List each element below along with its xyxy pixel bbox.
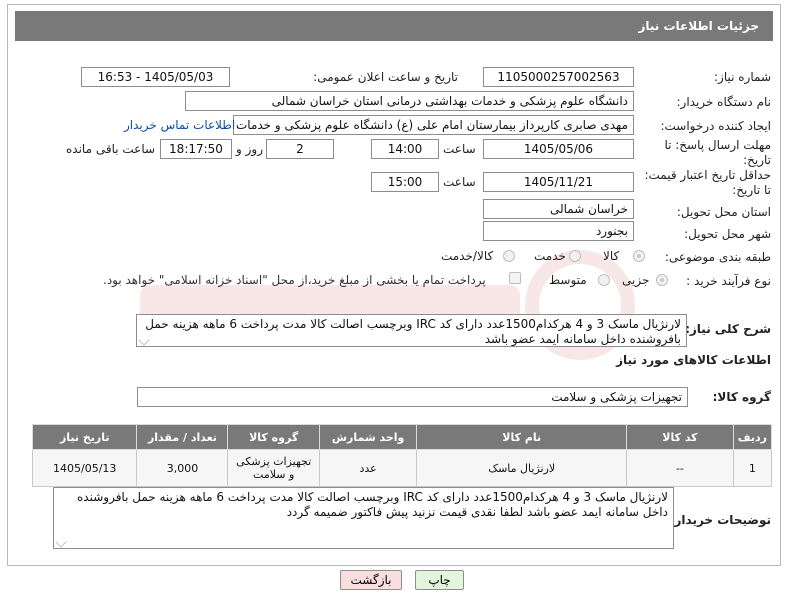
- col-header-goods-group: گروه کالا: [227, 424, 320, 450]
- price-validity-time-field: 15:00: [371, 172, 439, 192]
- col-header-quantity: تعداد / مقدار: [136, 424, 229, 450]
- price-validity-time-label: ساعت: [443, 175, 476, 189]
- purchase-type-radio-medium[interactable]: [598, 274, 610, 286]
- delivery-province-field: خراسان شمالی: [483, 199, 634, 219]
- reply-deadline-label-2: تاریخ:: [743, 153, 771, 167]
- category-option-service: خدمت: [534, 249, 566, 263]
- cell-item-name: لارنژیال ماسک: [416, 449, 628, 487]
- goods-info-title: اطلاعات کالاهای مورد نیاز: [616, 353, 771, 367]
- resize-grip-icon[interactable]: [138, 334, 150, 346]
- remaining-time-label: ساعت باقی مانده: [66, 142, 156, 156]
- category-label: طبقه بندی موضوعی:: [664, 250, 771, 264]
- price-validity-label-2: تا تاریخ:: [732, 183, 771, 197]
- goods-group-field: تجهیزات پزشکی و سلامت: [137, 387, 688, 407]
- delivery-city-label: شهر محل تحویل:: [684, 227, 771, 241]
- description-textarea[interactable]: لارنژیال ماسک 3 و 4 هرکدام1500عدد دارای …: [136, 314, 687, 347]
- requester-label: ایجاد کننده درخواست:: [660, 119, 771, 133]
- buyer-org-field: دانشگاه علوم پزشکی و خدمات بهداشتی درمان…: [185, 91, 634, 111]
- page-header: جزئیات اطلاعات نیاز: [15, 11, 773, 41]
- purchase-type-label: نوع فرآیند خرید :: [686, 274, 771, 288]
- category-radio-goods[interactable]: [633, 250, 645, 262]
- announce-datetime-field: 1405/05/03 - 16:53: [81, 67, 230, 87]
- col-header-item-name: نام کالا: [416, 424, 628, 450]
- category-option-goods-service: کالا/خدمت: [441, 249, 494, 263]
- cell-item-code: --: [626, 449, 734, 487]
- remaining-days-field: 2: [266, 139, 334, 159]
- delivery-city-field: بجنورد: [483, 221, 634, 241]
- category-radio-goods-service[interactable]: [503, 250, 515, 262]
- goods-group-label: گروه کالا:: [712, 390, 771, 404]
- announce-datetime-label: تاریخ و ساعت اعلان عمومی:: [313, 70, 458, 84]
- category-option-goods: کالا: [603, 249, 620, 263]
- col-header-need-date: تاریخ نیاز: [31, 424, 138, 450]
- table-row: 1 -- لارنژیال ماسک عدد تجهیزات پزشکی و س…: [31, 449, 773, 487]
- col-header-item-code: کد کالا: [626, 424, 734, 450]
- col-header-row-number: ردیف: [732, 424, 773, 450]
- items-table-header-row: ردیف کد کالا نام کالا واحد شمارش گروه کا…: [31, 424, 773, 450]
- col-header-unit: واحد شمارش: [318, 424, 418, 450]
- reply-deadline-date-field: 1405/05/06: [483, 139, 634, 159]
- description-label: شرح کلی نیاز:: [685, 322, 771, 336]
- buyer-contact-link[interactable]: اطلاعات تماس خریدار: [124, 118, 235, 132]
- reply-deadline-time-field: 14:00: [371, 139, 439, 159]
- days-label: روز و: [236, 142, 263, 156]
- cell-row-number: 1: [732, 449, 773, 487]
- back-button[interactable]: بازگشت: [340, 570, 402, 590]
- purchase-type-radio-small[interactable]: [656, 274, 668, 286]
- purchase-type-option-small: جزیی: [622, 273, 650, 287]
- reply-deadline-time-label: ساعت: [443, 142, 476, 156]
- cell-need-date: 1405/05/13: [31, 449, 138, 487]
- price-validity-label: حداقل تاریخ اعتبار قیمت:: [644, 168, 771, 182]
- need-number-label: شماره نیاز:: [714, 70, 771, 84]
- treasury-note: پرداخت تمام یا بخشی از مبلغ خرید،از محل …: [103, 273, 486, 287]
- cell-unit: عدد: [318, 449, 418, 487]
- buyer-notes-text: لارنژیال ماسک 3 و 4 هرکدام1500عدد دارای …: [77, 490, 668, 519]
- buyer-notes-label: توضیحات خریدار:: [669, 513, 771, 527]
- buyer-notes-textarea[interactable]: لارنژیال ماسک 3 و 4 هرکدام1500عدد دارای …: [53, 487, 674, 549]
- print-button[interactable]: چاپ: [415, 570, 464, 590]
- delivery-province-label: استان محل تحویل:: [676, 205, 771, 219]
- reply-deadline-label: مهلت ارسال پاسخ: تا: [664, 138, 771, 152]
- cell-goods-group: تجهیزات پزشکی و سلامت: [227, 449, 320, 487]
- price-validity-date-field: 1405/11/21: [483, 172, 634, 192]
- description-text: لارنژیال ماسک 3 و 4 هرکدام1500عدد دارای …: [145, 317, 681, 346]
- resize-grip-icon[interactable]: [55, 536, 67, 548]
- requester-field: مهدی صابری کارپرداز بیمارستان امام علی (…: [233, 115, 634, 135]
- buyer-org-label: نام دستگاه خریدار:: [676, 95, 772, 109]
- items-table: ردیف کد کالا نام کالا واحد شمارش گروه کا…: [31, 424, 773, 487]
- treasury-checkbox[interactable]: [509, 272, 521, 284]
- purchase-type-option-medium: متوسط: [549, 273, 587, 287]
- remaining-time-field: 18:17:50: [160, 139, 232, 159]
- category-radio-service[interactable]: [569, 250, 581, 262]
- need-number-field: 1105000257002563: [483, 67, 634, 87]
- cell-quantity: 3,000: [136, 449, 229, 487]
